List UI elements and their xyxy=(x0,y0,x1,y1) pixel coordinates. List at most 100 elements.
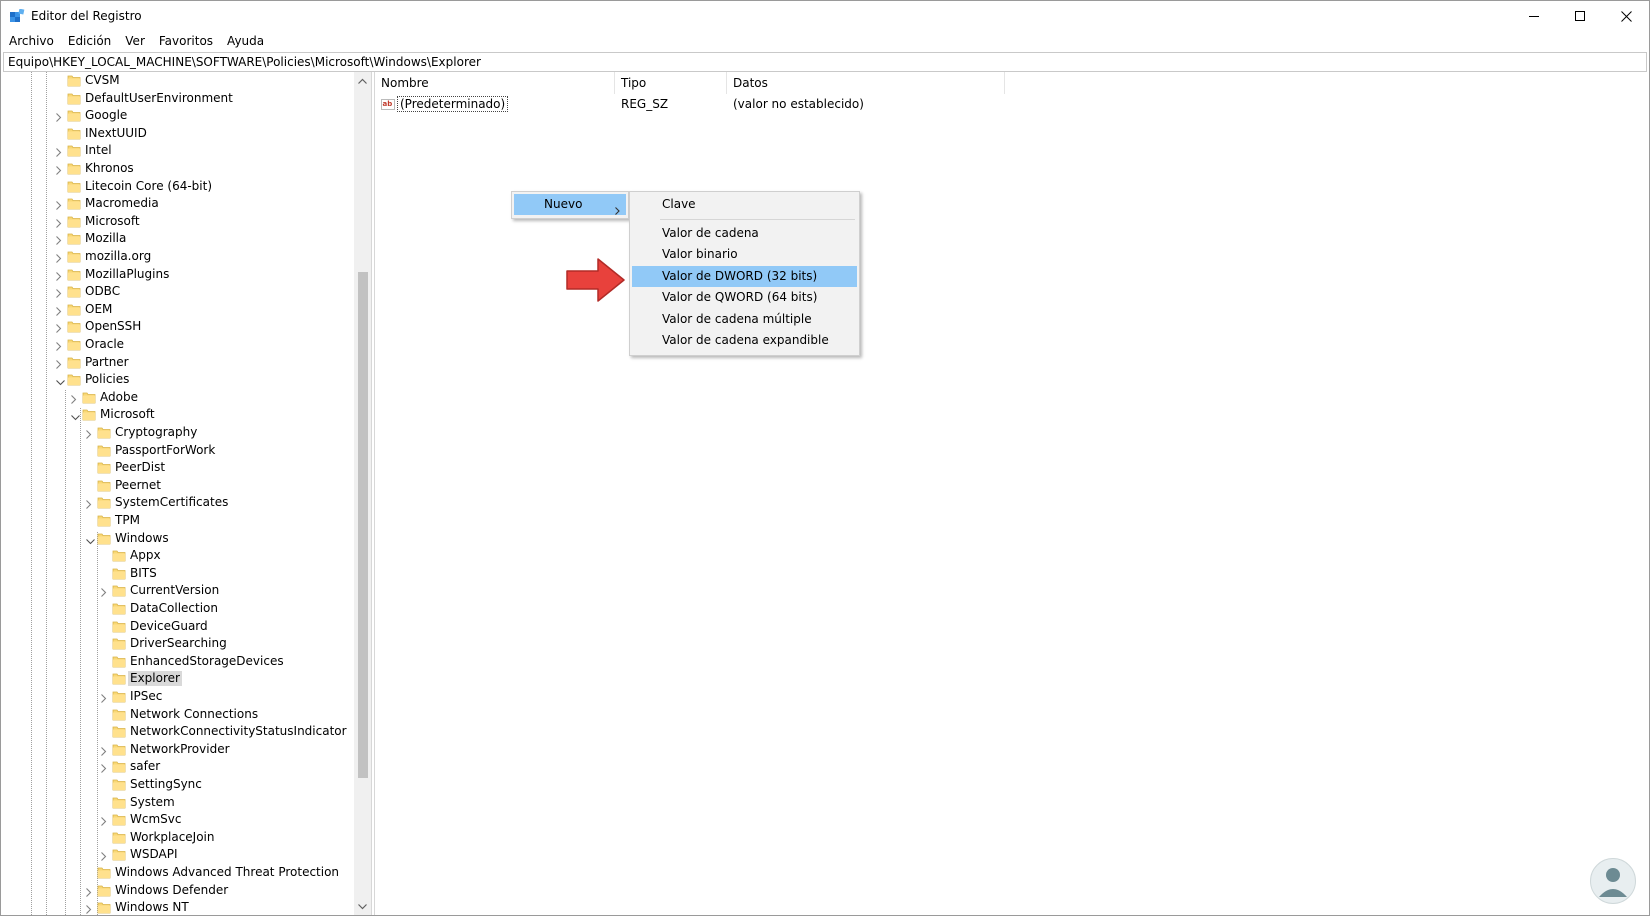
chevron-right-icon[interactable] xyxy=(101,850,109,862)
address-bar[interactable]: Equipo\HKEY_LOCAL_MACHINE\SOFTWARE\Polic… xyxy=(3,52,1647,72)
tree-vertical-scrollbar[interactable] xyxy=(354,72,371,915)
tree-item[interactable]: Microsoft xyxy=(3,213,353,230)
tree-item[interactable]: Mozilla xyxy=(3,230,353,247)
tree-item[interactable]: NetworkProvider xyxy=(3,741,353,758)
chevron-right-icon[interactable] xyxy=(56,358,64,369)
chevron-right-icon[interactable] xyxy=(56,305,64,316)
menu-item-clave[interactable]: Clave xyxy=(632,194,857,215)
tree-item[interactable]: Appx xyxy=(3,547,353,564)
tree-item[interactable]: DataCollection xyxy=(3,600,353,617)
tree-item[interactable]: Oracle xyxy=(3,336,353,353)
tree-item[interactable]: safer xyxy=(3,758,353,775)
tree-item[interactable]: Policies xyxy=(3,371,353,388)
tree-item[interactable]: Explorer xyxy=(3,670,353,687)
chevron-right-icon[interactable] xyxy=(56,287,64,299)
tree-item[interactable]: Google xyxy=(3,107,353,124)
menu-item-nuevo[interactable]: Nuevo xyxy=(514,194,626,215)
tree-item[interactable]: CurrentVersion xyxy=(3,582,353,599)
tree-item[interactable]: DriverSearching xyxy=(3,635,353,652)
menu-favoritos[interactable]: Favoritos xyxy=(152,31,220,51)
tree-item[interactable]: mozilla.org xyxy=(3,248,353,265)
tree-item[interactable]: OEM xyxy=(3,301,353,318)
tree-item[interactable]: DefaultUserEnvironment xyxy=(3,90,353,107)
tree-item[interactable]: OpenSSH xyxy=(3,318,353,335)
menu-item-valor-cadena-multiple[interactable]: Valor de cadena múltiple xyxy=(632,309,857,330)
menu-archivo[interactable]: Archivo xyxy=(1,31,61,51)
close-button[interactable] xyxy=(1603,1,1649,31)
column-header-datos[interactable]: Datos xyxy=(727,72,1005,94)
tree-item[interactable]: Network Connections xyxy=(3,706,353,723)
chevron-right-icon[interactable] xyxy=(86,886,94,897)
tree-item[interactable]: ODBC xyxy=(3,283,353,300)
scroll-thumb[interactable] xyxy=(358,272,368,778)
chevron-right-icon[interactable] xyxy=(101,745,109,756)
tree-item[interactable]: Partner xyxy=(3,354,353,371)
tree-item[interactable]: Windows NT xyxy=(3,899,353,915)
menu-edicion[interactable]: Edición xyxy=(61,31,118,51)
tree-item[interactable]: PeerDist xyxy=(3,459,353,476)
tree-item[interactable]: Windows Defender xyxy=(3,882,353,899)
column-header-nombre[interactable]: Nombre xyxy=(375,72,615,94)
chevron-right-icon[interactable] xyxy=(56,234,64,246)
tree-item[interactable]: Macromedia xyxy=(3,195,353,212)
chevron-right-icon[interactable] xyxy=(101,762,109,774)
tree-item[interactable]: Adobe xyxy=(3,389,353,406)
tree-item[interactable]: Khronos xyxy=(3,160,353,177)
tree-item[interactable]: EnhancedStorageDevices xyxy=(3,653,353,670)
menu-ayuda[interactable]: Ayuda xyxy=(220,31,271,51)
chevron-down-icon[interactable] xyxy=(71,410,80,421)
chevron-right-icon[interactable] xyxy=(101,586,109,598)
tree-item[interactable]: Intel xyxy=(3,142,353,159)
menu-item-valor-dword[interactable]: Valor de DWORD (32 bits) xyxy=(632,266,857,287)
tree-item[interactable]: Cryptography xyxy=(3,424,353,441)
menu-item-valor-binario[interactable]: Valor binario xyxy=(632,244,857,265)
tree-item[interactable]: Windows xyxy=(3,530,353,547)
tree-item[interactable]: Peernet xyxy=(3,477,353,494)
chevron-right-icon[interactable] xyxy=(56,252,64,263)
chevron-right-icon[interactable] xyxy=(56,340,64,351)
chevron-right-icon[interactable] xyxy=(71,393,79,404)
tree-item[interactable]: TPM xyxy=(3,512,353,529)
title-bar[interactable]: Editor del Registro xyxy=(1,1,1649,31)
menu-ver[interactable]: Ver xyxy=(118,31,152,51)
chevron-right-icon[interactable] xyxy=(86,903,94,915)
maximize-button[interactable] xyxy=(1557,1,1603,31)
tree-item[interactable]: PassportForWork xyxy=(3,442,353,459)
chevron-right-icon[interactable] xyxy=(56,111,64,123)
tree-item[interactable]: Microsoft xyxy=(3,406,353,423)
value-name[interactable]: (Predeterminado) xyxy=(397,96,509,112)
tree-item[interactable]: SystemCertificates xyxy=(3,494,353,511)
menu-item-valor-cadena-expandible[interactable]: Valor de cadena expandible xyxy=(632,330,857,351)
table-row[interactable]: ab (Predeterminado) REG_SZ (valor no est… xyxy=(375,95,1015,113)
chevron-right-icon[interactable] xyxy=(56,199,64,211)
chevron-right-icon[interactable] xyxy=(56,322,64,334)
scroll-down-arrow-icon[interactable] xyxy=(354,898,371,915)
chevron-right-icon[interactable] xyxy=(101,692,109,703)
menu-item-valor-cadena[interactable]: Valor de cadena xyxy=(632,223,857,244)
menu-item-valor-qword[interactable]: Valor de QWORD (64 bits) xyxy=(632,287,857,308)
registry-tree[interactable]: CVSM DefaultUserEnvironment Google INextUUI… xyxy=(3,72,372,915)
chevron-right-icon[interactable] xyxy=(56,217,64,228)
tree-item[interactable]: CVSM xyxy=(3,72,353,89)
tree-item[interactable]: Litecoin Core (64-bit) xyxy=(3,178,353,195)
tree-item[interactable]: Windows Advanced Threat Protection xyxy=(3,864,353,881)
chevron-right-icon[interactable] xyxy=(56,164,64,175)
chevron-down-icon[interactable] xyxy=(56,375,65,386)
chevron-right-icon[interactable] xyxy=(86,428,94,439)
column-header-tipo[interactable]: Tipo xyxy=(615,72,727,94)
tree-item[interactable]: WSDAPI xyxy=(3,846,353,863)
tree-item[interactable]: WorkplaceJoin xyxy=(3,829,353,846)
tree-item[interactable]: BITS xyxy=(3,565,353,582)
chevron-right-icon[interactable] xyxy=(86,498,94,510)
tree-item[interactable]: DeviceGuard xyxy=(3,618,353,635)
tree-item[interactable]: NetworkConnectivityStatusIndicator xyxy=(3,723,353,740)
tree-item[interactable]: IPSec xyxy=(3,688,353,705)
chevron-right-icon[interactable] xyxy=(56,146,64,158)
chevron-right-icon[interactable] xyxy=(56,270,64,281)
chevron-down-icon[interactable] xyxy=(86,534,95,544)
tree-item[interactable]: MozillaPlugins xyxy=(3,266,353,283)
scroll-up-arrow-icon[interactable] xyxy=(354,72,371,89)
tree-item[interactable]: WcmSvc xyxy=(3,811,353,828)
tree-item[interactable]: INextUUID xyxy=(3,125,353,142)
tree-item[interactable]: SettingSync xyxy=(3,776,353,793)
